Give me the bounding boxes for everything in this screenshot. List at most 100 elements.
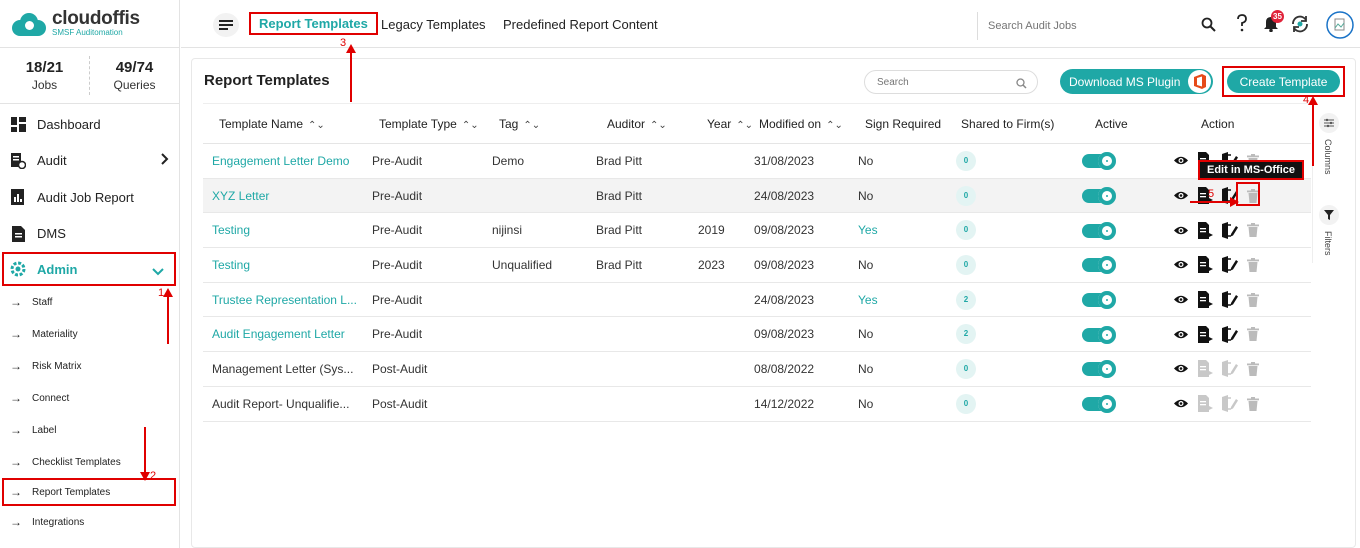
- shared-count-badge[interactable]: 0: [956, 150, 977, 171]
- edit-in-ms-office-icon[interactable]: [1220, 325, 1238, 343]
- sidebar-subitem-label-settings[interactable]: → Label: [0, 414, 179, 446]
- shared-count-badge[interactable]: 0: [956, 358, 977, 379]
- shared-count-badge[interactable]: 2: [956, 324, 977, 345]
- table-row[interactable]: Audit Report- Unqualifie... Post-Audit 14/…: [203, 386, 1311, 422]
- active-toggle[interactable]: [1082, 325, 1117, 344]
- active-toggle[interactable]: [1082, 221, 1117, 240]
- delete-icon[interactable]: [1244, 221, 1262, 239]
- active-toggle[interactable]: [1082, 152, 1117, 171]
- sort-icon[interactable]: ⌃⌄: [523, 120, 540, 131]
- sidebar-item-admin[interactable]: Admin: [2, 252, 176, 286]
- edit-in-ms-office-icon[interactable]: [1220, 256, 1238, 274]
- active-toggle[interactable]: [1082, 291, 1117, 309]
- sort-icon[interactable]: ⌃⌄: [462, 120, 479, 131]
- sort-icon[interactable]: ⌃⌄: [826, 120, 843, 131]
- template-name[interactable]: Testing: [212, 258, 250, 272]
- sidebar-item-audit[interactable]: Audit: [0, 143, 179, 180]
- template-name[interactable]: XYZ Letter: [212, 189, 269, 203]
- sidebar-subitem-staff[interactable]: → Staff: [0, 286, 179, 318]
- template-name[interactable]: Engagement Letter Demo: [212, 154, 349, 168]
- sidebar-item-dashboard[interactable]: Dashboard: [0, 106, 179, 143]
- help-icon[interactable]: [1236, 14, 1248, 37]
- sidebar-item-audit-job-report[interactable]: Audit Job Report: [0, 179, 179, 216]
- delete-icon[interactable]: [1244, 360, 1262, 378]
- sort-icon[interactable]: ⌃⌄: [650, 120, 667, 131]
- tab-legacy-templates[interactable]: Legacy Templates: [381, 17, 486, 32]
- column-header-year[interactable]: Year ⌃⌄: [697, 103, 754, 144]
- audit-jobs-search-input[interactable]: [978, 12, 1178, 40]
- active-toggle[interactable]: [1082, 256, 1117, 275]
- export-document-icon[interactable]: [1196, 256, 1214, 274]
- sidebar-item-dms[interactable]: DMS: [0, 216, 179, 253]
- view-icon[interactable]: [1172, 291, 1190, 309]
- view-icon[interactable]: [1172, 256, 1190, 274]
- view-icon[interactable]: [1172, 187, 1190, 205]
- view-icon[interactable]: [1172, 395, 1190, 413]
- table-row[interactable]: Engagement Letter Demo Pre-Audit Demo Brad …: [203, 143, 1311, 179]
- columns-label[interactable]: Columns: [1323, 139, 1333, 175]
- active-toggle[interactable]: [1082, 360, 1117, 379]
- sort-icon[interactable]: ⌃⌄: [736, 120, 753, 131]
- cell-template-name[interactable]: Audit Engagement Letter: [203, 316, 369, 353]
- shared-count-badge[interactable]: 0: [956, 393, 977, 414]
- sync-icon[interactable]: [1289, 13, 1311, 40]
- table-row[interactable]: Testing Pre-Audit Unqualified Brad Pitt 2023…: [203, 247, 1311, 283]
- logo[interactable]: cloudoffis SMSF Auditomation: [0, 0, 179, 48]
- sidebar-subitem-integrations[interactable]: → Integrations: [0, 506, 179, 538]
- cell-template-name[interactable]: Testing: [203, 247, 369, 283]
- export-document-icon[interactable]: [1196, 291, 1214, 309]
- column-header-template-type[interactable]: Template Type ⌃⌄: [369, 103, 489, 144]
- edit-in-ms-office-icon[interactable]: [1220, 291, 1238, 309]
- column-header-modified-on[interactable]: Modified on ⌃⌄: [753, 103, 858, 144]
- avatar[interactable]: [1326, 11, 1354, 44]
- cell-template-name[interactable]: XYZ Letter: [203, 178, 369, 214]
- table-row[interactable]: Trustee Representation L... Pre-Audit 24/0…: [203, 282, 1311, 318]
- edit-in-ms-office-icon[interactable]: [1220, 221, 1238, 239]
- table-row[interactable]: Audit Engagement Letter Pre-Audit 09/08/20…: [203, 316, 1311, 353]
- table-row[interactable]: Testing Pre-Audit nijinsi Brad Pitt 2019 09/0…: [203, 212, 1311, 249]
- template-search-input[interactable]: [865, 71, 1005, 93]
- bell-icon[interactable]: 35: [1263, 10, 1284, 37]
- shared-count-badge[interactable]: 0: [956, 254, 977, 275]
- view-icon[interactable]: [1172, 152, 1190, 170]
- sidebar-subitem-materiality[interactable]: → Materiality: [0, 318, 179, 350]
- delete-icon[interactable]: [1244, 291, 1262, 309]
- cell-template-name[interactable]: Trustee Representation L...: [203, 282, 369, 318]
- create-template-button[interactable]: Create Template: [1227, 70, 1340, 93]
- active-toggle[interactable]: [1082, 186, 1117, 205]
- cell-template-name[interactable]: Engagement Letter Demo: [203, 143, 369, 179]
- view-icon[interactable]: [1172, 221, 1190, 239]
- delete-icon[interactable]: [1244, 325, 1262, 343]
- filters-label[interactable]: Filters: [1323, 231, 1333, 256]
- sidebar-subitem-risk-matrix[interactable]: → Risk Matrix: [0, 350, 179, 382]
- view-icon[interactable]: [1172, 325, 1190, 343]
- sort-icon[interactable]: ⌃⌄: [308, 120, 325, 131]
- column-header-tag[interactable]: Tag ⌃⌄: [489, 103, 593, 144]
- table-row[interactable]: Management Letter (Sys... Post-Audit 08/08…: [203, 351, 1311, 387]
- sidebar-subitem-connect[interactable]: → Connect: [0, 382, 179, 414]
- stat-jobs[interactable]: 18/21 Jobs: [0, 48, 89, 103]
- delete-icon[interactable]: [1244, 395, 1262, 413]
- shared-count-badge[interactable]: 2: [956, 289, 977, 310]
- table-row[interactable]: XYZ Letter Pre-Audit Brad Pitt 24/08/2023 No…: [203, 178, 1311, 214]
- shared-count-badge[interactable]: 0: [956, 185, 977, 206]
- template-name[interactable]: Testing: [212, 223, 250, 237]
- column-header-template-name[interactable]: Template Name ⌃⌄: [203, 103, 369, 144]
- export-document-icon[interactable]: [1196, 221, 1214, 239]
- column-header-auditor[interactable]: Auditor ⌃⌄: [593, 103, 697, 144]
- tab-predefined-report-content[interactable]: Predefined Report Content: [503, 17, 658, 32]
- filter-icon[interactable]: [1319, 205, 1339, 225]
- columns-toggle-icon[interactable]: [1319, 113, 1339, 133]
- search-icon[interactable]: [1016, 76, 1027, 94]
- tab-report-templates[interactable]: Report Templates: [249, 12, 378, 35]
- menu-icon[interactable]: [213, 13, 239, 37]
- export-document-icon[interactable]: [1196, 325, 1214, 343]
- cell-template-name[interactable]: Testing: [203, 212, 369, 249]
- shared-count-badge[interactable]: 0: [956, 220, 977, 241]
- stat-queries[interactable]: 49/74 Queries: [89, 56, 179, 95]
- download-ms-plugin-button[interactable]: Download MS Plugin: [1060, 69, 1213, 94]
- sidebar-subitem-report-templates[interactable]: → Report Templates: [2, 478, 176, 506]
- delete-icon[interactable]: [1244, 256, 1262, 274]
- search-icon[interactable]: [1201, 17, 1216, 37]
- template-name[interactable]: Trustee Representation L...: [212, 293, 357, 307]
